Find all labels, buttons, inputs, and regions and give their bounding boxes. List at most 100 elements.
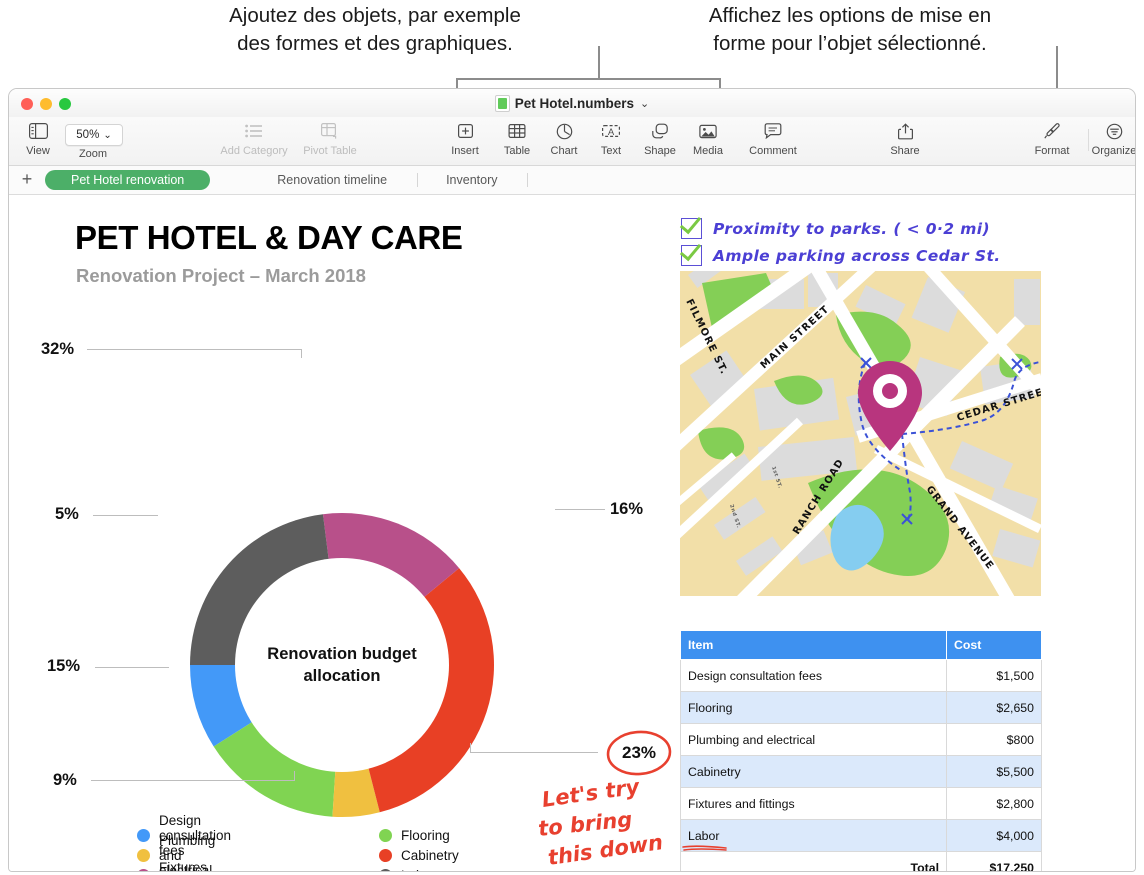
sheet-tab-inventory[interactable]: Inventory	[432, 170, 511, 190]
table-header-item[interactable]: Item	[680, 630, 947, 660]
table-row[interactable]: Plumbing and electrical $800	[680, 723, 1042, 756]
comment-icon	[764, 120, 782, 142]
text-icon: A	[602, 120, 620, 142]
window-titlebar: Pet Hotel.numbers ⌄	[9, 89, 1135, 117]
page-title: PET HOTEL & DAY CARE	[75, 219, 463, 256]
table-total-row[interactable]: Total $17,250	[680, 851, 1042, 871]
zoom-select[interactable]: 50% ⌄	[65, 124, 123, 146]
page-subtitle: Renovation Project – March 2018	[76, 265, 366, 286]
view-label: View	[26, 145, 50, 157]
table-label: Table	[503, 145, 531, 157]
leader-32	[87, 349, 302, 350]
pivot-table-icon	[320, 120, 340, 142]
legend-color-swatch	[379, 868, 392, 871]
document-title-group[interactable]: Pet Hotel.numbers ⌄	[9, 95, 1135, 112]
pivot-table-button[interactable]: Pivot Table	[296, 120, 364, 157]
red-handwritten-note: Let's try to bring this down	[537, 781, 664, 870]
insert-label: Insert	[451, 145, 479, 157]
chart-label: Chart	[550, 145, 578, 157]
legend-color-swatch	[137, 848, 150, 862]
add-category-label: Add Category	[220, 145, 288, 157]
table-cell-cost[interactable]: $5,500	[946, 755, 1042, 788]
leader-23	[470, 752, 598, 753]
table-header-cost[interactable]: Cost	[946, 630, 1042, 660]
tab-divider	[527, 173, 529, 187]
table-cell-cost[interactable]: $4,000	[946, 819, 1042, 852]
checkbox-checked-icon	[681, 245, 702, 266]
leader-16	[555, 509, 605, 510]
table-cell-item[interactable]: Fixtures and fittings	[680, 787, 947, 820]
pivot-table-label: Pivot Table	[303, 145, 357, 157]
sheet-tab-renovation-timeline[interactable]: Renovation timeline	[263, 170, 401, 190]
organize-button[interactable]: Organize	[1074, 120, 1136, 157]
table-icon	[508, 120, 526, 142]
organize-icon	[1106, 120, 1123, 142]
checklist-item-label: Ample parking across Cedar St.	[713, 246, 1001, 265]
zoom-value: 50%	[76, 129, 100, 141]
text-label: Text	[600, 145, 622, 157]
circled-percentage-value: 23%	[621, 743, 657, 762]
legend-color-swatch	[379, 848, 392, 862]
comment-label: Comment	[749, 145, 797, 157]
tab-divider	[417, 173, 419, 187]
add-category-button[interactable]: Add Category	[218, 120, 290, 157]
table-header-row: Item Cost	[680, 630, 1042, 660]
legend-item: Labor	[379, 865, 459, 871]
table-cell-item[interactable]: Design consultation fees	[680, 659, 947, 692]
callout-left-leader-stem	[598, 46, 600, 79]
sheet-canvas[interactable]: PET HOTEL & DAY CARE Renovation Project …	[9, 195, 1135, 872]
table-cell-item[interactable]: Cabinetry	[680, 755, 947, 788]
legend-column-right: Flooring Cabinetry Labor	[379, 825, 459, 871]
table-row[interactable]: Design consultation fees $1,500	[680, 659, 1042, 692]
share-button[interactable]: Share	[874, 120, 936, 157]
chart-label-32: 32%	[41, 340, 75, 358]
table-cell-cost[interactable]: $2,800	[946, 787, 1042, 820]
table-row[interactable]: Labor $4,000	[680, 819, 1042, 852]
leader-5	[93, 515, 158, 516]
checklist-item-label: Proximity to parks. ( < 0·2 mi)	[713, 219, 990, 238]
cost-table[interactable]: Item Cost Design consultation fees $1,500…	[680, 630, 1042, 871]
table-cell-cost[interactable]: $1,500	[946, 659, 1042, 692]
table-cell-item[interactable]: Flooring	[680, 691, 947, 724]
chevron-down-icon: ⌄	[103, 129, 112, 141]
organize-label: Organize	[1091, 145, 1136, 157]
chevron-down-icon[interactable]: ⌄	[640, 97, 649, 110]
share-label: Share	[890, 145, 920, 157]
table-cell-item[interactable]: Plumbing and electrical	[680, 723, 947, 756]
ink-checklist: Proximity to parks. ( < 0·2 mi) Ample pa…	[681, 215, 1001, 269]
table-row[interactable]: Cabinetry $5,500	[680, 755, 1042, 788]
comment-button[interactable]: Comment	[731, 120, 815, 157]
shape-label: Shape	[644, 145, 676, 157]
media-label: Media	[693, 145, 723, 157]
legend-item: Flooring	[379, 825, 459, 845]
add-sheet-button[interactable]: +	[9, 170, 45, 190]
leader-23-tick	[470, 743, 471, 753]
format-label: Format	[1034, 145, 1070, 157]
callout-left-text: Ajoutez des objets, par exemple des form…	[229, 4, 521, 56]
table-row[interactable]: Fixtures and fittings $2,800	[680, 787, 1042, 820]
view-button[interactable]: View	[9, 120, 73, 157]
donut-chart[interactable]: Renovation budget allocation	[117, 440, 567, 871]
legend-item-label: Fixtures and fittings	[159, 860, 208, 872]
table-row[interactable]: Flooring $2,650	[680, 691, 1042, 724]
callout-right-text: Affichez les options de mise en forme po…	[708, 4, 992, 56]
sidebar-icon	[28, 120, 48, 142]
chart-label-16: 16%	[610, 500, 644, 518]
callout-left-leader-bar	[456, 78, 721, 80]
table-cell-cost[interactable]: $2,650	[946, 691, 1042, 724]
table-cell-cost[interactable]: $800	[946, 723, 1042, 756]
paintbrush-icon	[1043, 120, 1061, 142]
chart-label-9: 9%	[53, 771, 77, 789]
share-icon	[897, 120, 913, 142]
legend-item-label: Flooring	[401, 827, 450, 843]
checkbox-checked-icon	[681, 218, 702, 239]
legend-color-swatch	[379, 828, 392, 842]
legend-column-left: Design consultation fees Plumbing and ele…	[137, 813, 231, 872]
main-toolbar: View 50% ⌄ Zoom Add Category Pivot Table…	[9, 117, 1135, 166]
table-total-label: Total	[680, 851, 947, 871]
map-image[interactable]: FILMORE ST. MAIN STREET CEDAR STREET RAN…	[680, 271, 1041, 596]
svg-text:A: A	[608, 127, 615, 138]
sheet-tab-pet-hotel-renovation[interactable]: Pet Hotel renovation	[45, 170, 211, 190]
leader-9	[91, 780, 295, 781]
media-icon	[699, 120, 717, 142]
